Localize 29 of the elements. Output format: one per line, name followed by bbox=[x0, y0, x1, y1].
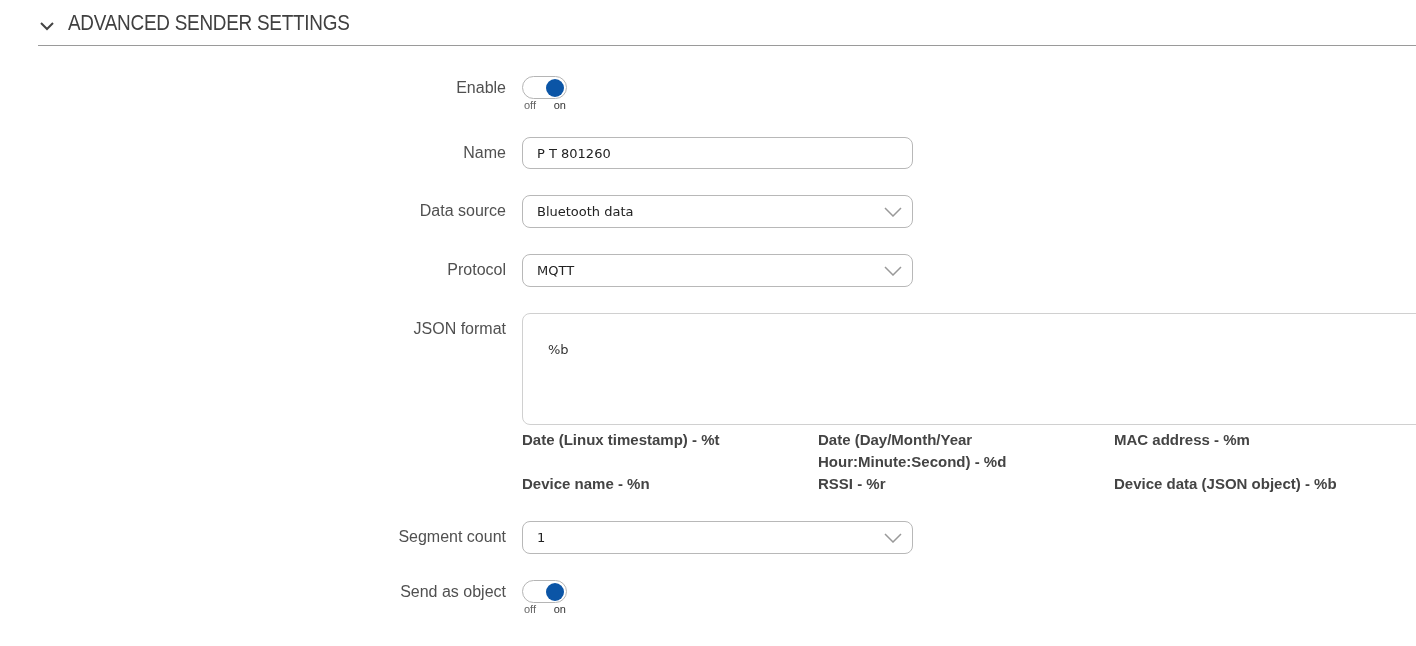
field-label: Segment count bbox=[398, 527, 506, 547]
toggle-switch[interactable] bbox=[522, 580, 567, 603]
caret-icon bbox=[884, 265, 902, 276]
field-label: Data source bbox=[419, 201, 506, 221]
dropdown-field[interactable]: 1 bbox=[522, 521, 913, 554]
placeholder-hint: MAC address - %m bbox=[1114, 430, 1251, 450]
dropdown-field[interactable]: Bluetooth data bbox=[522, 195, 913, 228]
caret-icon bbox=[884, 532, 902, 543]
field-label: Name bbox=[463, 143, 506, 163]
placeholder-hint: Date (Linux timestamp) - %t bbox=[522, 430, 721, 450]
placeholder-hint: RSSI - %r bbox=[818, 474, 887, 494]
placeholder-hint: Device data (JSON object) - %b bbox=[1114, 474, 1338, 494]
field-label: Enable bbox=[456, 78, 506, 98]
field-label: JSON format bbox=[413, 319, 506, 339]
off-label: off bbox=[524, 99, 537, 111]
caret-icon bbox=[884, 206, 902, 217]
section-title: ADVANCED SENDER SETTINGS bbox=[68, 9, 350, 36]
toggle-switch[interactable] bbox=[522, 76, 567, 99]
field-label: Send as object bbox=[400, 582, 506, 602]
off-label: off bbox=[524, 603, 537, 615]
placeholder-hint: Date (Day/Month/Year Hour:Minute:Second) - %d bbox=[818, 430, 1008, 472]
json-format-textarea[interactable]: %b bbox=[522, 313, 1416, 425]
dropdown-field[interactable]: MQTT bbox=[522, 254, 913, 287]
field-label: Protocol bbox=[447, 260, 506, 280]
chevron-icon[interactable] bbox=[40, 22, 54, 31]
on-label: on bbox=[553, 603, 566, 615]
name-input[interactable]: P T 801260 bbox=[522, 137, 913, 169]
on-label: on bbox=[553, 99, 566, 111]
placeholder-hint: Device name - %n bbox=[522, 474, 651, 494]
